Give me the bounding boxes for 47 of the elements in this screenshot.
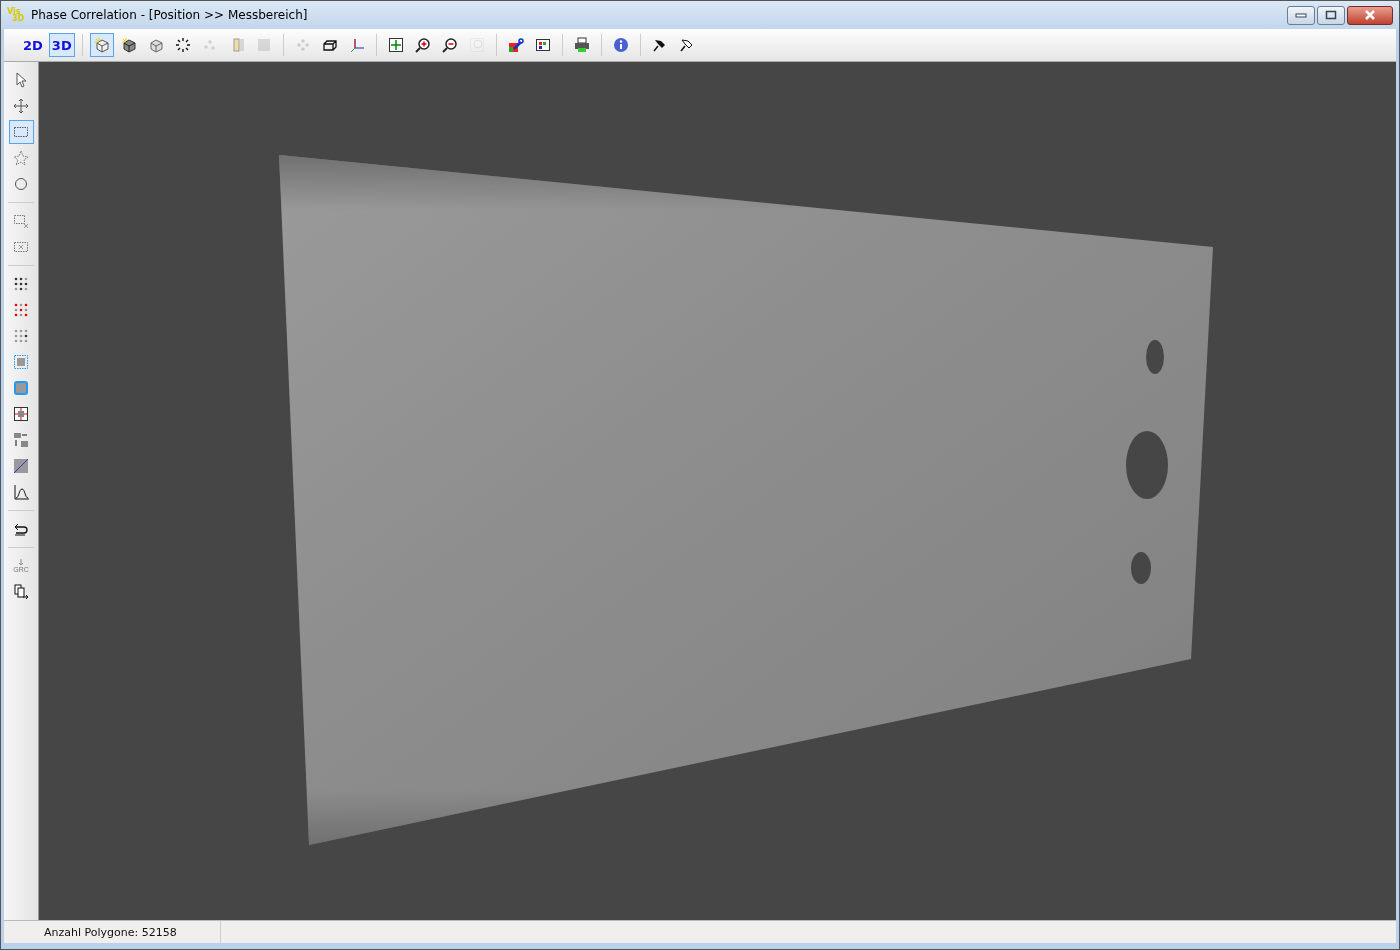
polygon-select-icon	[13, 150, 29, 166]
side-toolbar-button[interactable]	[8, 120, 34, 144]
close-button[interactable]	[1347, 5, 1393, 25]
maximize-button[interactable]	[1317, 5, 1345, 25]
view-mode-button[interactable]: 3D	[48, 33, 75, 57]
cube-icon	[147, 37, 164, 53]
framed-square-icon	[13, 380, 29, 396]
zoom-fit-icon	[387, 37, 404, 53]
circle-select-icon	[13, 176, 29, 192]
palette-window-icon	[534, 37, 551, 53]
view-mode-button[interactable]: 2D	[20, 33, 46, 57]
wrench-icon	[507, 37, 524, 53]
zoom-in-icon	[414, 37, 431, 53]
gradient-square-icon	[13, 458, 29, 474]
undo-icon	[13, 521, 29, 537]
dot-grid-icon	[13, 328, 29, 344]
zoom-icon	[468, 37, 485, 53]
rectangle-select-icon	[13, 124, 29, 140]
printer-icon	[573, 37, 590, 53]
app-logo: Vis 3D	[7, 8, 25, 22]
arrange-blocks-icon	[13, 432, 29, 448]
status-text: Anzahl Polygone: 52158	[4, 921, 221, 943]
dotted-square-icon	[13, 354, 29, 370]
window-title: Phase Correlation - [Position >> Messbereich]	[31, 8, 309, 22]
dot-grid-icon	[13, 276, 29, 292]
info-icon	[612, 37, 629, 53]
copy-pages-icon	[13, 584, 29, 600]
curve-chart-icon	[13, 484, 29, 500]
move-arrows-icon	[13, 98, 29, 114]
minimize-button[interactable]	[1287, 5, 1315, 25]
zoom-out-icon	[441, 37, 458, 53]
axes-icon	[348, 37, 365, 53]
rectangle-remove-icon	[13, 213, 29, 229]
shaded-cube-icon	[93, 37, 110, 53]
dots-icon	[294, 37, 311, 53]
dots-icon	[201, 37, 218, 53]
crosshair-square-icon	[13, 406, 29, 422]
scatter-points-icon	[174, 37, 191, 53]
box-outline-icon	[321, 37, 338, 53]
maximize-icon	[1325, 10, 1337, 20]
close-icon	[1363, 10, 1377, 20]
cursor-icon	[13, 72, 29, 88]
textured-cube-icon	[120, 37, 137, 53]
rectangle-clear-icon	[13, 239, 29, 255]
texture-square-icon	[255, 37, 272, 53]
minimize-icon	[1295, 12, 1307, 18]
dot-grid-icon	[13, 302, 29, 318]
